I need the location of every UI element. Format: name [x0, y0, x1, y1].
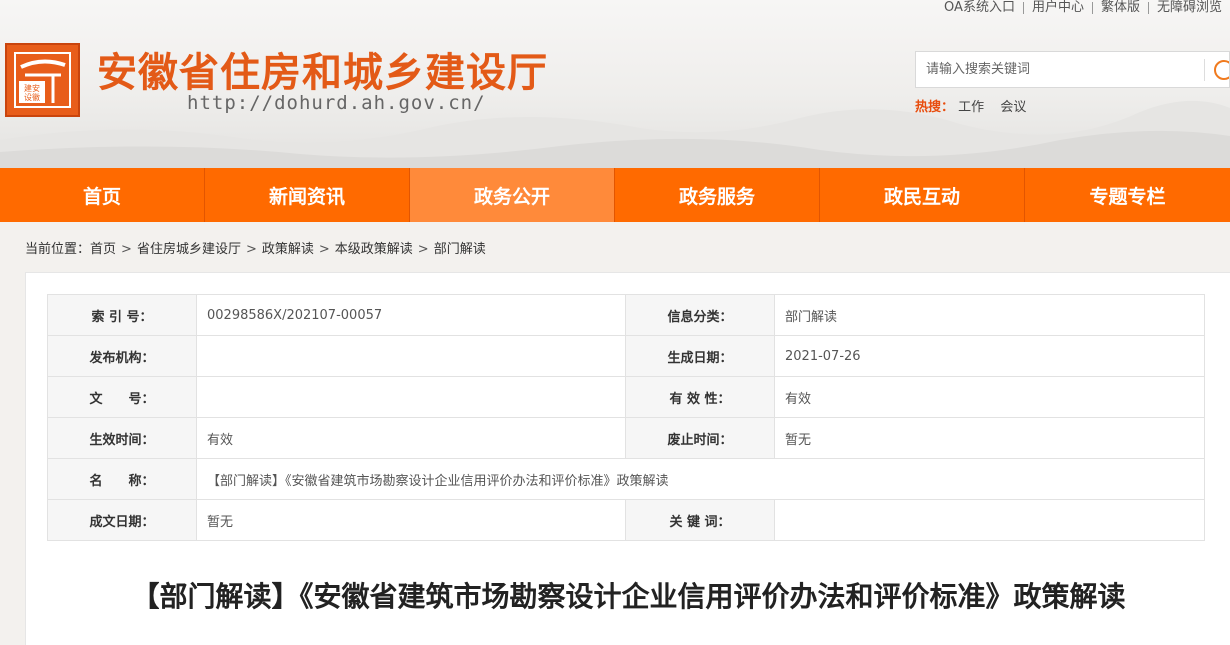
issuer-value	[196, 335, 626, 377]
table-row: 发布机构： 生成日期： 2021-07-26	[47, 335, 1205, 377]
breadcrumb-item-department[interactable]: 省住房城乡建设厅	[137, 242, 241, 257]
site-title: 安徽省住房和城乡建设厅	[97, 50, 548, 96]
traditional-chinese-link[interactable]: 繁体版	[1093, 1, 1148, 15]
hot-word-work[interactable]: 工作	[958, 100, 984, 115]
main-nav: 首页 新闻资讯 政务公开 政务服务 政民互动 专题专栏	[0, 168, 1230, 222]
breadcrumb-separator: >	[245, 242, 257, 257]
doc-no-value	[196, 376, 626, 418]
breadcrumb-separator: >	[318, 242, 330, 257]
index-no-value: 00298586X/202107-00057	[196, 294, 626, 336]
table-row: 生效时间： 有效 废止时间： 暂无	[47, 417, 1205, 459]
accessibility-link[interactable]: 无障碍浏览	[1149, 1, 1230, 15]
validity-value: 有效	[774, 376, 1205, 418]
hot-search: 热搜： 工作 会议	[915, 96, 1038, 115]
nav-gov-affairs[interactable]: 政务公开	[410, 168, 615, 222]
svg-text:建安: 建安	[24, 83, 40, 93]
nav-topics[interactable]: 专题专栏	[1025, 168, 1230, 222]
user-center-link[interactable]: 用户中心	[1024, 1, 1092, 15]
breadcrumb-item-dept-interpretation[interactable]: 部门解读	[434, 242, 486, 257]
issuer-label: 发布机构：	[47, 335, 197, 377]
site-logo[interactable]: 建安 设徽	[5, 43, 80, 117]
category-value: 部门解读	[774, 294, 1205, 336]
effective-label: 生效时间：	[47, 417, 197, 459]
created-label: 成文日期：	[47, 499, 197, 541]
category-label: 信息分类：	[625, 294, 775, 336]
nav-news[interactable]: 新闻资讯	[205, 168, 410, 222]
gen-date-label: 生成日期：	[625, 335, 775, 377]
breadcrumb: 当前位置：首页 > 省住房城乡建设厅 > 政策解读 > 本级政策解读 > 部门解读	[25, 238, 486, 257]
hot-word-meeting[interactable]: 会议	[1000, 100, 1026, 115]
breadcrumb-item-home[interactable]: 首页	[90, 242, 116, 257]
breadcrumb-item-policy[interactable]: 政策解读	[262, 242, 314, 257]
name-label: 名 称：	[47, 458, 197, 500]
breadcrumb-item-local-policy[interactable]: 本级政策解读	[335, 242, 413, 257]
breadcrumb-prefix: 当前位置：	[25, 242, 91, 257]
table-row: 成文日期： 暂无 关 键 词：	[47, 499, 1205, 541]
index-no-label: 索 引 号：	[47, 294, 197, 336]
site-url: http://dohurd.ah.gov.cn/	[187, 92, 486, 114]
breadcrumb-separator: >	[121, 242, 132, 257]
keywords-label: 关 键 词：	[625, 499, 775, 541]
abolish-value: 暂无	[774, 417, 1205, 459]
nav-interaction[interactable]: 政民互动	[820, 168, 1025, 222]
site-header: OA系统入口 用户中心 繁体版 无障碍浏览 建安 设徽 安徽省住房和城乡建设厅 …	[0, 0, 1230, 168]
info-table: 索 引 号： 00298586X/202107-00057 信息分类： 部门解读…	[47, 294, 1205, 541]
logo-icon: 建安 设徽	[14, 52, 71, 108]
search-icon[interactable]	[1205, 52, 1229, 87]
breadcrumb-separator: >	[417, 242, 429, 257]
oa-link[interactable]: OA系统入口	[936, 1, 1023, 15]
search-box	[915, 51, 1230, 88]
nav-gov-services[interactable]: 政务服务	[615, 168, 820, 222]
nav-home[interactable]: 首页	[0, 168, 205, 222]
svg-text:设徽: 设徽	[24, 92, 40, 102]
content-panel: 索 引 号： 00298586X/202107-00057 信息分类： 部门解读…	[25, 272, 1230, 645]
search-input[interactable]	[916, 52, 1204, 87]
table-row: 名 称： 【部门解读】《安徽省建筑市场勘察设计企业信用评价办法和评价标准》政策解…	[47, 458, 1205, 500]
keywords-value	[774, 499, 1205, 541]
created-value: 暂无	[196, 499, 626, 541]
validity-label: 有 效 性：	[625, 376, 775, 418]
table-row: 索 引 号： 00298586X/202107-00057 信息分类： 部门解读	[47, 294, 1205, 336]
table-row: 文 号： 有 效 性： 有效	[47, 376, 1205, 418]
gen-date-value: 2021-07-26	[774, 335, 1205, 377]
article-title: 【部门解读】《安徽省建筑市场勘察设计企业信用评价办法和评价标准》政策解读	[131, 580, 1126, 613]
effective-value: 有效	[196, 417, 626, 459]
name-value: 【部门解读】《安徽省建筑市场勘察设计企业信用评价办法和评价标准》政策解读	[196, 458, 1205, 500]
top-links: OA系统入口 用户中心 繁体版 无障碍浏览	[936, 0, 1230, 16]
doc-no-label: 文 号：	[47, 376, 197, 418]
abolish-label: 废止时间：	[625, 417, 775, 459]
hot-search-label: 热搜：	[915, 100, 955, 115]
